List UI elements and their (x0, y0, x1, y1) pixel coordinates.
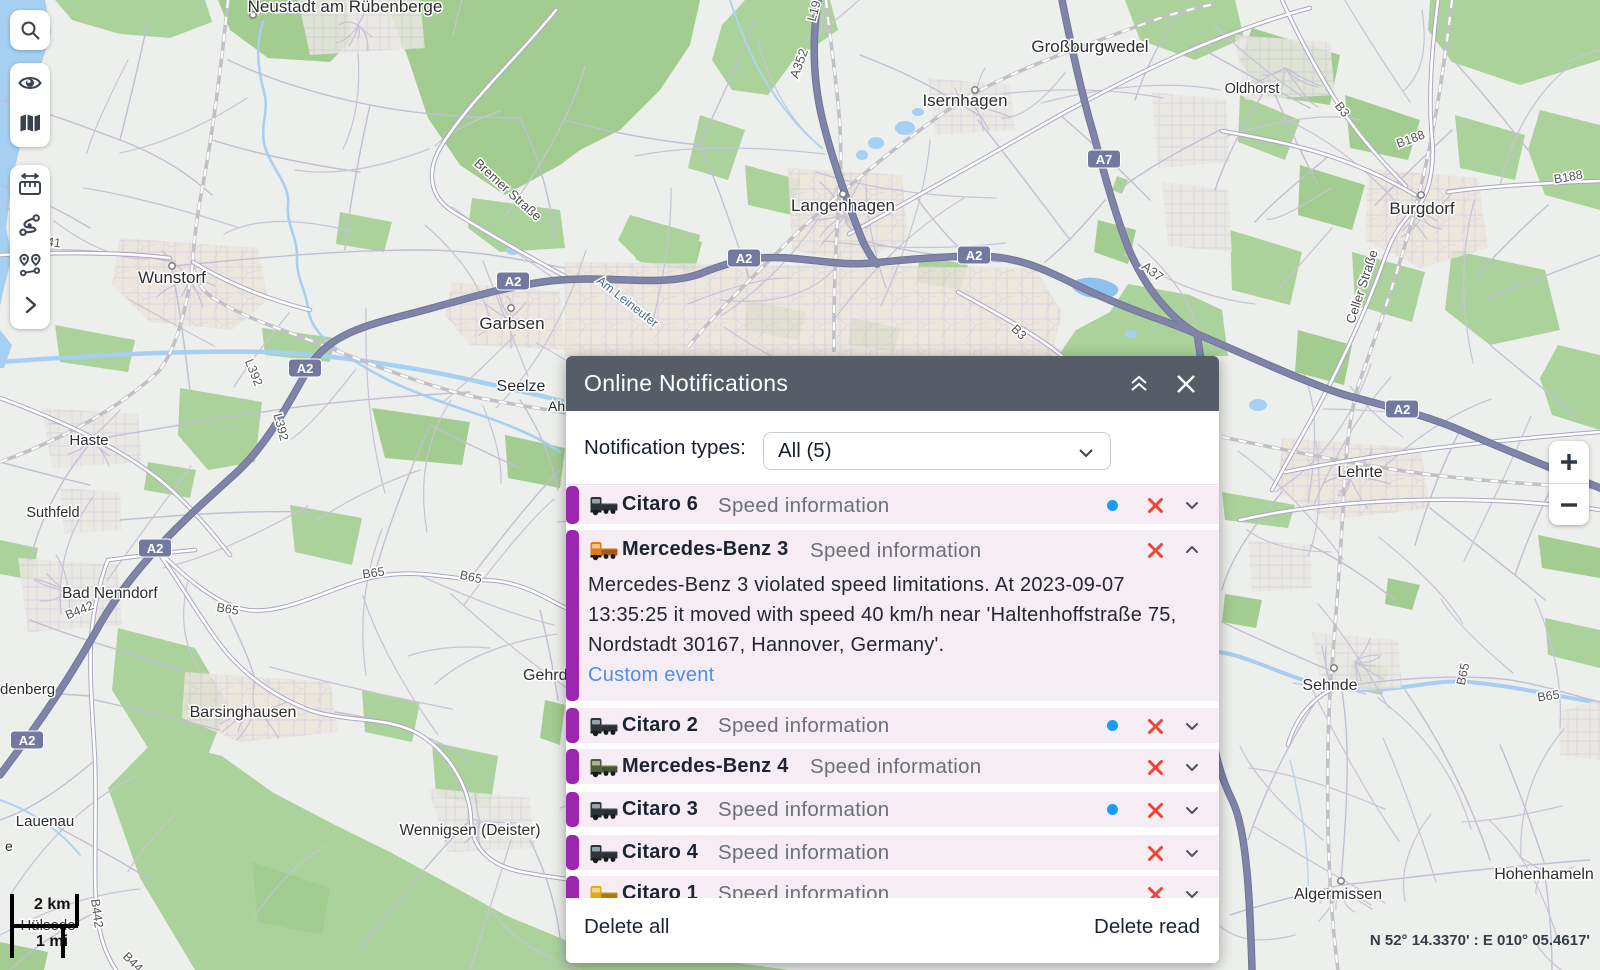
svg-text:Burgdorf: Burgdorf (1389, 199, 1454, 218)
svg-text:A2: A2 (297, 361, 314, 376)
svg-text:A7: A7 (1096, 152, 1113, 167)
svg-text:B44: B44 (120, 949, 146, 970)
svg-text:L392: L392 (242, 357, 265, 388)
svg-text:Großburgwedel: Großburgwedel (1031, 37, 1148, 56)
svg-text:Isernhagen: Isernhagen (922, 91, 1007, 110)
svg-text:Wunstorf: Wunstorf (138, 268, 206, 287)
svg-text:Sehnde: Sehnde (1302, 677, 1357, 694)
svg-text:Lauenau: Lauenau (16, 813, 74, 830)
svg-text:Garbsen: Garbsen (479, 314, 544, 333)
svg-text:A2: A2 (736, 251, 753, 266)
svg-text:A2: A2 (19, 733, 36, 748)
svg-text:B65: B65 (216, 600, 240, 618)
svg-text:Haste: Haste (69, 432, 108, 449)
svg-text:Oldhorst: Oldhorst (1225, 81, 1280, 97)
svg-text:A2: A2 (505, 274, 522, 289)
svg-text:Bad Nenndorf: Bad Nenndorf (62, 585, 158, 602)
svg-text:B65: B65 (1536, 688, 1560, 705)
svg-text:Neustadt am Rübenberge: Neustadt am Rübenberge (248, 0, 443, 16)
svg-text:e: e (5, 838, 13, 854)
svg-text:A2: A2 (966, 248, 983, 263)
svg-text:Hohenhameln: Hohenhameln (1494, 866, 1594, 883)
svg-text:Lehrte: Lehrte (1337, 464, 1382, 481)
svg-text:denberg: denberg (0, 681, 55, 698)
svg-text:B65: B65 (361, 565, 385, 582)
svg-text:B65: B65 (458, 568, 483, 586)
svg-text:Seelze: Seelze (497, 378, 546, 395)
svg-text:Algermissen: Algermissen (1294, 886, 1382, 903)
svg-text:A2: A2 (1394, 402, 1411, 417)
svg-text:Wennigsen (Deister): Wennigsen (Deister) (400, 822, 541, 839)
svg-text:A2: A2 (147, 541, 164, 556)
svg-text:Barsinghausen: Barsinghausen (190, 704, 297, 721)
svg-text:Langenhagen: Langenhagen (791, 196, 895, 215)
svg-text:Suthfeld: Suthfeld (26, 505, 79, 521)
svg-text:B442: B442 (88, 898, 106, 929)
